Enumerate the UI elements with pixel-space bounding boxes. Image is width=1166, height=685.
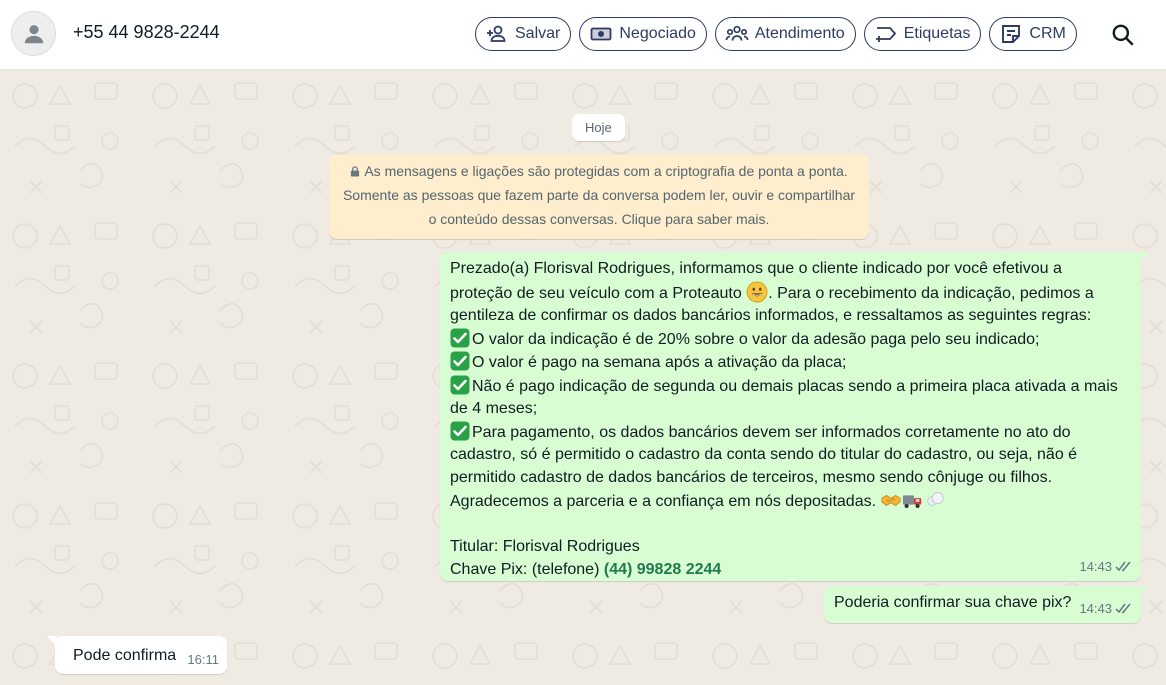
message-line: Prezado(a) Florisval Rodrigues, informam… [450,260,1062,277]
message-text: Para pagamento, os dados bancários devem… [472,423,1071,441]
double-check-icon [1115,561,1131,572]
check-mark-icon [450,351,470,371]
check-mark-icon [450,421,470,440]
message-line: gentileza de confirmar os dados bancário… [450,307,1092,324]
message-text: Poderia confirmar sua chave pix? [834,594,1072,611]
chat-area[interactable]: Hoje As mensagens e ligações são protegi… [0,71,1166,685]
negotiated-button[interactable]: Negociado [579,17,707,51]
message-time: 16:11 [187,651,219,667]
message-line: Não é pago indicação de segunda ou demai… [450,375,1131,399]
contact-phone[interactable]: +55 44 9828-2244 [73,22,220,43]
search-icon[interactable] [1110,22,1136,48]
encryption-notice-line: Somente as pessoas que fazem parte da co… [342,187,856,203]
dash-emoji-icon [927,492,945,506]
message-text: Pode confirma [73,647,177,664]
message-meta: 16:11 [187,649,219,672]
message-text: . Para o recebimento da indicação, pedim… [768,284,1094,302]
money-icon [590,27,612,41]
label-icon [875,27,896,42]
message-line: de 4 meses; [450,400,538,417]
encryption-notice-text: As mensagens e ligações são protegidas c… [364,163,848,179]
message-time: 14:43 [1079,558,1112,574]
message-line [450,514,1131,537]
message-text: Chave Pix: (telefone) [450,560,604,578]
bubble-tail [1139,252,1149,262]
header-actions: Salvar Negociado Atendimento Etiquetas C… [475,17,1077,51]
service-button[interactable]: Atendimento [714,17,856,51]
contact-avatar[interactable] [11,11,56,56]
crm-button[interactable]: CRM [989,17,1077,51]
note-icon [1002,25,1021,43]
service-label: Atendimento [754,25,845,42]
outgoing-message[interactable]: Poderia confirmar sua chave pix? 14:43 [824,586,1149,623]
add-person-icon [487,25,506,42]
message-line: Agradecemos a parceria e a confiança em … [450,489,1131,514]
message-text: Não é pago indicação de segunda ou demai… [472,377,1118,395]
message-meta: 14:43 [1079,556,1133,579]
handshake-emoji-icon [881,494,902,506]
double-check-icon [1115,603,1131,614]
truck-emoji-icon [903,495,922,508]
message-line: proteção de seu veículo com a Proteauto … [450,281,1131,306]
check-mark-icon [450,328,470,347]
group-icon [725,25,749,41]
message-line: permitido cadastro de dados bancários de… [450,468,1053,486]
grinning-emoji-icon [746,281,768,302]
message-text: Agradecemos a parceria e a confiança em … [450,493,881,510]
message-line: O valor é pago na semana após a ativação… [450,351,1131,375]
incoming-message[interactable]: Pode confirma 16:11 [47,636,227,674]
message-line: Chave Pix: (telefone) (44) 99828 2244 [450,559,1131,582]
message-meta: 14:43 [1079,598,1133,621]
message-time: 14:43 [1079,600,1112,616]
date-chip: Hoje [572,114,625,141]
encryption-notice-line: o conteúdo dessas conversas. Clique para… [428,211,770,227]
chat-header: +55 44 9828-2244 Salvar Negociado Atendi… [0,0,1166,70]
save-contact-label: Salvar [515,25,561,42]
message-line: Para pagamento, os dados bancários devem… [450,421,1131,445]
labels-label: Etiquetas [903,25,971,42]
save-contact-button[interactable]: Salvar [475,17,572,51]
check-mark-icon [450,375,470,394]
bubble-tail [47,636,57,646]
message-text: proteção de seu veículo com a Proteauto [450,284,747,302]
labels-button[interactable]: Etiquetas [863,17,982,51]
lock-icon [351,166,360,177]
outgoing-message[interactable]: Prezado(a) Florisval Rodrigues, informam… [440,252,1149,582]
person-icon [24,24,43,43]
negotiated-label: Negociado [619,25,696,42]
message-line: cadastro, só é permitido o cadastro da c… [450,446,1078,463]
message-line: O valor da indicação é de 20% sobre o va… [450,328,1131,352]
message-text: O valor da indicação é de 20% sobre o va… [472,330,1040,348]
crm-label: CRM [1029,25,1066,42]
encryption-notice[interactable]: As mensagens e ligações são protegidas c… [329,155,869,239]
bubble-tail [1139,586,1149,596]
encryption-notice-line: As mensagens e ligações são protegidas c… [329,159,869,183]
message-text: O valor é pago na semana após a ativação… [472,354,847,371]
pix-phone-link[interactable]: (44) 99828 2244 [604,561,721,578]
message-line: Titular: Florisval Rodrigues [450,538,640,555]
